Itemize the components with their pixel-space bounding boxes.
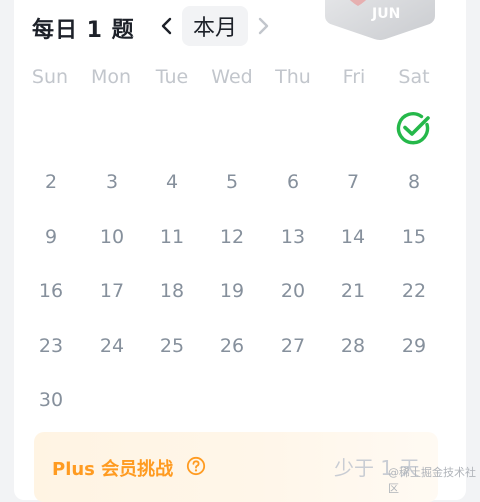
day-cell[interactable]: 22 [384,271,444,311]
page-title: 每日 1 题 [32,18,135,43]
day-cell[interactable]: 4 [142,162,202,202]
day-cell[interactable]: 30 [21,380,81,420]
prev-month-button[interactable] [156,12,178,40]
day-cell[interactable]: 11 [142,217,202,257]
day-cell[interactable]: 5 [202,162,262,202]
day-cell[interactable]: 23 [21,326,81,366]
day-cell[interactable]: 8 [384,162,444,202]
checked-in-day-icon[interactable] [396,110,432,146]
day-cell[interactable]: 24 [82,326,142,366]
weekday-sat: Sat [398,66,430,88]
day-cell[interactable]: 18 [142,271,202,311]
weekday-sun: Sun [31,66,69,88]
weekday-thu: Thu [275,66,311,88]
day-cell[interactable]: 25 [142,326,202,366]
day-cell[interactable]: 16 [21,271,81,311]
chevron-left-icon [161,17,172,35]
weekday-tue: Tue [155,66,189,88]
day-cell[interactable]: 3 [82,162,142,202]
next-month-button[interactable] [252,12,274,40]
day-cell[interactable]: 7 [323,162,383,202]
day-cell[interactable]: 10 [82,217,142,257]
day-cell[interactable]: 29 [384,326,444,366]
day-cell[interactable]: 28 [323,326,383,366]
watermark-text: @稀土掘金技术社区 [388,466,476,495]
weekday-mon: Mon [90,66,132,88]
day-cell[interactable]: 9 [21,217,81,257]
day-cell[interactable]: 12 [202,217,262,257]
help-icon[interactable] [186,456,206,476]
day-cell[interactable]: 26 [202,326,262,366]
day-cell[interactable]: 21 [323,271,383,311]
day-cell[interactable]: 27 [263,326,323,366]
day-cell[interactable]: 20 [263,271,323,311]
weekday-header: Sun Mon Tue Wed Thu Fri Sat [20,66,444,92]
day-cell[interactable]: 14 [323,217,383,257]
current-month-button[interactable]: 本月 [182,6,248,46]
chevron-right-icon [258,17,269,35]
day-cell[interactable]: 2 [21,162,81,202]
day-cell[interactable]: 6 [263,162,323,202]
plus-challenge-label: Plus 会员挑战 [52,459,174,480]
day-cell[interactable]: 15 [384,217,444,257]
day-cell[interactable]: 17 [82,271,142,311]
weekday-fri: Fri [342,66,366,88]
badge-month-text: JUN [372,6,401,22]
weekday-wed: Wed [211,66,253,88]
day-cell[interactable]: 13 [263,217,323,257]
day-cell[interactable]: 19 [202,271,262,311]
